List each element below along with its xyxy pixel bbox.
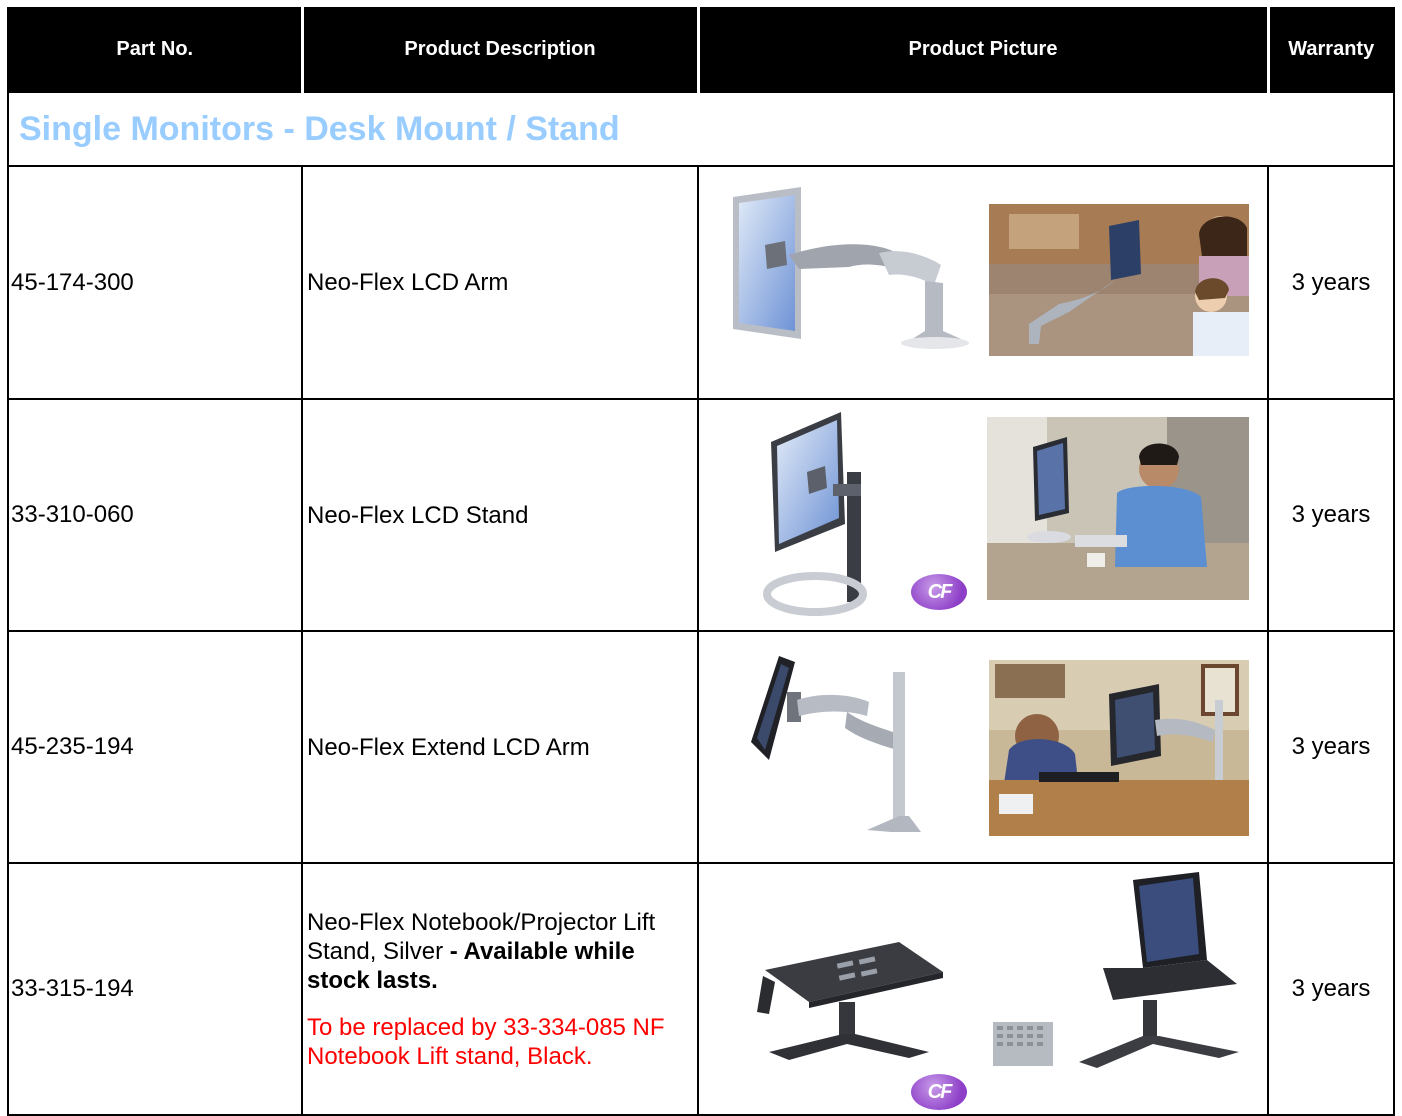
warranty-cell: 3 years: [1267, 862, 1395, 1116]
header-product-picture: Product Picture: [696, 7, 1270, 92]
header-product-description: Product Description: [300, 7, 700, 92]
lcd-stand-office-photo: [987, 417, 1249, 600]
description-cell: Neo-Flex Notebook/Projector Lift Stand, …: [301, 862, 699, 1116]
product-catalog-sheet: Part No. Product Description Product Pic…: [7, 7, 1395, 1116]
warranty-cell: 3 years: [1267, 630, 1395, 864]
picture-cell: [697, 165, 1269, 400]
lcd-arm-product-icon: [733, 187, 969, 349]
part-no-cell: 45-174-300: [7, 165, 303, 400]
notebook-stand-laptop-photo: [993, 872, 1239, 1068]
picture-cell: [697, 630, 1269, 864]
table-row: 45-174-300 Neo-Flex LCD Arm 3 years: [7, 165, 1395, 400]
header-warranty: Warranty: [1266, 7, 1395, 92]
notebook-stand-product-icon: [757, 942, 943, 1060]
table-row: 33-310-060 Neo-Flex LCD Stand CF 3 years: [7, 398, 1395, 632]
warranty-cell: 3 years: [1267, 398, 1395, 632]
cf-badge-icon: CF: [911, 1074, 967, 1110]
header-part-no: Part No.: [7, 7, 304, 92]
picture-cell: CF: [697, 862, 1269, 1116]
table-row: 45-235-194 Neo-Flex Extend LCD Arm 3 yea…: [7, 630, 1395, 864]
picture-cell: CF: [697, 398, 1269, 632]
lcd-arm-kitchen-photo: [989, 204, 1249, 356]
section-row: Single Monitors - Desk Mount / Stand: [7, 91, 1395, 167]
warranty-cell: 3 years: [1267, 165, 1395, 400]
replacement-note: To be replaced by 33-334-085 NF Notebook…: [307, 1013, 665, 1070]
cf-badge-icon: CF: [911, 574, 967, 610]
extend-arm-office-photo: [989, 660, 1249, 836]
lcd-stand-product-icon: [763, 412, 867, 616]
part-no-cell: 45-235-194: [7, 630, 303, 864]
header-row: Part No. Product Description Product Pic…: [7, 7, 1395, 92]
description-cell: Neo-Flex Extend LCD Arm: [301, 630, 699, 864]
description-cell: Neo-Flex LCD Arm: [301, 165, 699, 400]
section-title: Single Monitors - Desk Mount / Stand: [7, 91, 1395, 167]
part-no-cell: 33-315-194: [7, 862, 303, 1116]
product-table: Part No. Product Description Product Pic…: [7, 7, 1395, 1116]
description-cell: Neo-Flex LCD Stand: [301, 398, 699, 632]
extend-arm-product-icon: [751, 656, 921, 832]
table-row: 33-315-194 Neo-Flex Notebook/Projector L…: [7, 862, 1395, 1116]
part-no-cell: 33-310-060: [7, 398, 303, 632]
